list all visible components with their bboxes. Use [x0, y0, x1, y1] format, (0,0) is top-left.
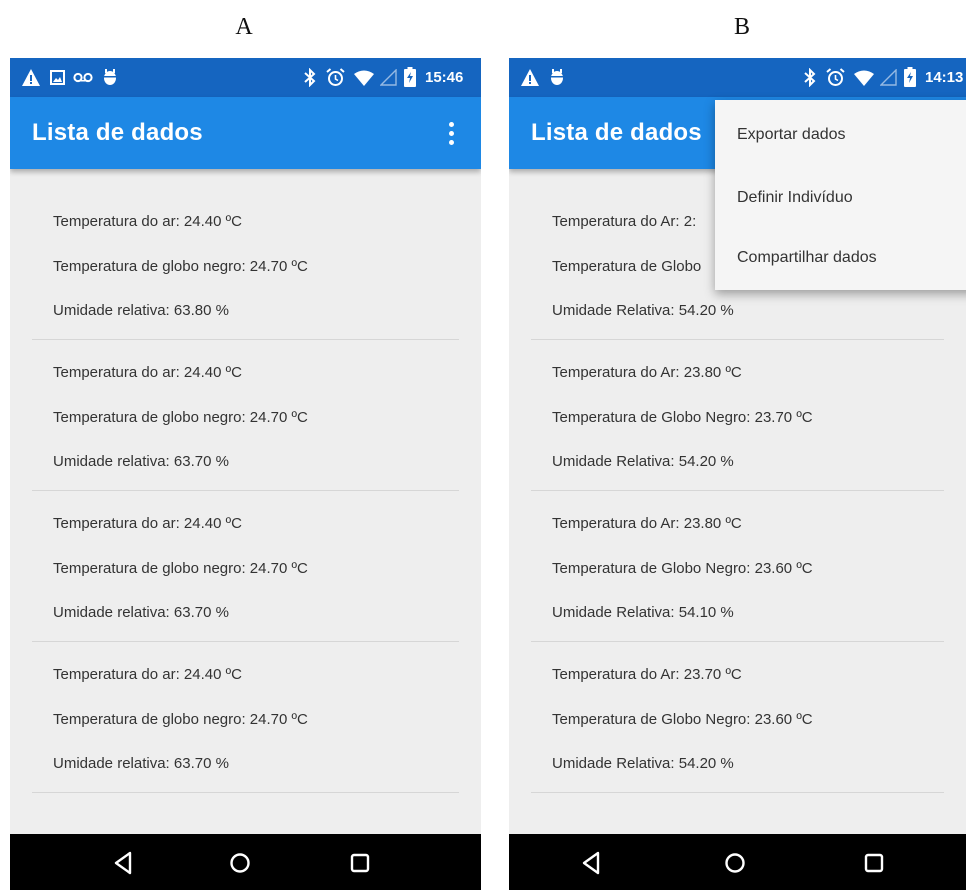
globe-temperature: Temperatura de globo negro: 24.70 ºC	[53, 711, 308, 728]
warning-icon	[22, 69, 40, 86]
panel-label-b: B	[733, 14, 750, 40]
air-temperature: Temperatura do Ar: 2:	[552, 213, 697, 230]
battery-charging-icon	[904, 67, 916, 87]
air-temperature: Temperatura do Ar: 23.70 ºC	[552, 666, 742, 683]
data-list: Temperatura do ar: 24.40 ºC Temperatura …	[10, 169, 481, 793]
phone-screen-b: 14:13 Lista de dados Temperatura do Ar: …	[509, 58, 966, 890]
status-bar: 15:46	[10, 58, 481, 97]
warning-icon	[521, 69, 539, 86]
status-bar: 14:13	[509, 58, 966, 97]
list-item[interactable]: Temperatura do ar: 24.40 ºC Temperatura …	[10, 622, 481, 793]
navigation-bar	[10, 834, 481, 890]
menu-item-export-data[interactable]: Exportar dados	[737, 126, 846, 144]
android-debug-icon	[551, 69, 563, 85]
relative-humidity: Umidade Relativa: 54.10 %	[552, 604, 734, 621]
app-title: Lista de dados	[531, 119, 702, 146]
globe-temperature: Temperatura de Globo Negro: 23.60 ºC	[552, 711, 813, 728]
globe-temperature: Temperatura de Globo Negro: 23.70 ºC	[552, 409, 813, 426]
relative-humidity: Umidade relativa: 63.70 %	[53, 604, 229, 621]
relative-humidity: Umidade relativa: 63.80 %	[53, 302, 229, 319]
globe-temperature: Temperatura de Globo	[552, 258, 702, 275]
wifi-icon	[354, 70, 374, 86]
relative-humidity: Umidade Relativa: 54.20 %	[552, 302, 734, 319]
navigation-bar	[509, 834, 966, 890]
relative-humidity: Umidade Relativa: 54.20 %	[552, 755, 734, 772]
signal-icon	[380, 69, 397, 86]
globe-temperature: Temperatura de globo negro: 24.70 ºC	[53, 560, 308, 577]
voicemail-icon	[73, 72, 93, 83]
signal-icon	[880, 69, 897, 86]
status-time: 15:46	[425, 69, 464, 86]
panel-label-a: A	[235, 14, 253, 40]
back-icon[interactable]	[571, 848, 611, 878]
phone-screen-a: 15:46 Lista de dados Temperatura do ar: …	[10, 58, 481, 890]
menu-item-define-individual[interactable]: Definir Indivíduo	[737, 189, 853, 207]
list-item[interactable]: Temperatura do Ar: 23.70 ºC Temperatura …	[509, 622, 966, 793]
app-bar: Lista de dados	[10, 97, 481, 169]
air-temperature: Temperatura do Ar: 23.80 ºC	[552, 364, 742, 381]
globe-temperature: Temperatura de globo negro: 24.70 ºC	[53, 258, 308, 275]
more-vert-icon[interactable]	[433, 115, 469, 151]
menu-item-share-data[interactable]: Compartilhar dados	[737, 249, 877, 267]
air-temperature: Temperatura do ar: 24.40 ºC	[53, 515, 242, 532]
alarm-icon	[326, 68, 345, 86]
bluetooth-icon	[304, 68, 316, 87]
list-item[interactable]: Temperatura do Ar: 23.80 ºC Temperatura …	[509, 320, 966, 491]
air-temperature: Temperatura do Ar: 23.80 ºC	[552, 515, 742, 532]
home-icon[interactable]	[220, 848, 260, 878]
divider	[32, 792, 459, 793]
overflow-menu: Exportar dados Definir Indivíduo Compart…	[715, 100, 966, 290]
relative-humidity: Umidade relativa: 63.70 %	[53, 453, 229, 470]
divider	[531, 792, 944, 793]
status-time: 14:13	[925, 69, 964, 86]
bluetooth-icon	[804, 68, 816, 87]
recents-icon[interactable]	[854, 848, 894, 878]
air-temperature: Temperatura do ar: 24.40 ºC	[53, 213, 242, 230]
wifi-icon	[854, 70, 874, 86]
home-icon[interactable]	[715, 848, 755, 878]
list-item[interactable]: Temperatura do ar: 24.40 ºC Temperatura …	[10, 169, 481, 340]
image-icon	[50, 70, 65, 85]
relative-humidity: Umidade Relativa: 54.20 %	[552, 453, 734, 470]
relative-humidity: Umidade relativa: 63.70 %	[53, 755, 229, 772]
battery-charging-icon	[404, 67, 416, 87]
app-title: Lista de dados	[32, 119, 203, 146]
list-item[interactable]: Temperatura do Ar: 23.80 ºC Temperatura …	[509, 471, 966, 642]
globe-temperature: Temperatura de Globo Negro: 23.60 ºC	[552, 560, 813, 577]
air-temperature: Temperatura do ar: 24.40 ºC	[53, 666, 242, 683]
recents-icon[interactable]	[340, 848, 380, 878]
list-item[interactable]: Temperatura do ar: 24.40 ºC Temperatura …	[10, 320, 481, 491]
alarm-icon	[826, 68, 845, 86]
android-debug-icon	[104, 69, 116, 85]
list-item[interactable]: Temperatura do ar: 24.40 ºC Temperatura …	[10, 471, 481, 642]
back-icon[interactable]	[103, 848, 143, 878]
globe-temperature: Temperatura de globo negro: 24.70 ºC	[53, 409, 308, 426]
air-temperature: Temperatura do ar: 24.40 ºC	[53, 364, 242, 381]
